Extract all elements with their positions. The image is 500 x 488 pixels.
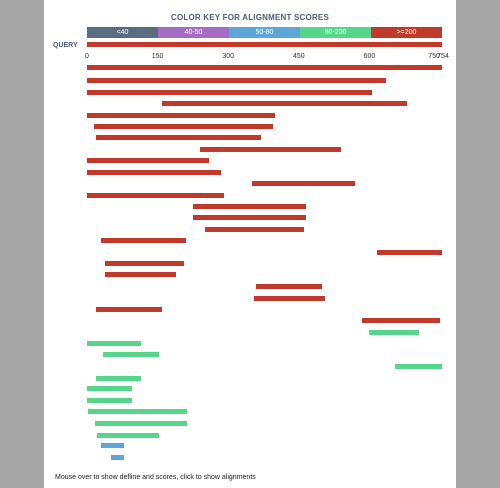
- hit-bar[interactable]: [87, 398, 132, 403]
- hit-bar[interactable]: [101, 238, 186, 243]
- hit-bar[interactable]: [96, 376, 142, 381]
- axis-tick-450: 450: [293, 53, 305, 60]
- hit-bar[interactable]: [87, 386, 132, 391]
- hit-bar[interactable]: [87, 65, 442, 70]
- hit-bar[interactable]: [204, 227, 304, 232]
- hit-bar[interactable]: [254, 296, 325, 301]
- axis-tick-0: 0: [85, 53, 89, 60]
- axis-tick-754: 754: [437, 53, 449, 60]
- hit-bar[interactable]: [87, 158, 210, 163]
- hit-bar[interactable]: [87, 113, 276, 118]
- hit-bar[interactable]: [104, 261, 184, 266]
- hit-bar[interactable]: [97, 433, 160, 438]
- color-key-segment-ge200: >=200: [371, 27, 442, 38]
- hit-bar[interactable]: [87, 90, 372, 95]
- instructions-text: Mouse over to show defline and scores, c…: [55, 474, 256, 481]
- hit-bar[interactable]: [87, 78, 386, 83]
- hit-bar[interactable]: [110, 455, 124, 460]
- hit-bar[interactable]: [104, 272, 177, 277]
- color-key-segment-lt40: <40: [87, 27, 158, 38]
- query-label: QUERY: [53, 42, 78, 49]
- hit-bar[interactable]: [395, 364, 442, 369]
- color-key-bar: <40 40-50 50-80 80-200 >=200: [87, 27, 442, 38]
- query-bar: [87, 42, 442, 47]
- hit-bar[interactable]: [87, 170, 222, 175]
- hit-bar[interactable]: [251, 181, 356, 186]
- hit-bar[interactable]: [101, 443, 124, 448]
- hit-bar[interactable]: [256, 284, 323, 289]
- hit-bar[interactable]: [87, 193, 224, 198]
- graphic-summary-panel: [44, 0, 456, 488]
- hit-bar[interactable]: [162, 101, 408, 106]
- axis-tick-600: 600: [363, 53, 376, 60]
- hit-bar[interactable]: [94, 124, 273, 129]
- hit-bar[interactable]: [96, 307, 163, 312]
- hit-bar[interactable]: [96, 135, 262, 140]
- hit-bar[interactable]: [192, 204, 306, 209]
- hit-bar[interactable]: [369, 330, 419, 335]
- hit-bar[interactable]: [362, 318, 441, 323]
- hit-bar[interactable]: [192, 215, 306, 220]
- color-key-segment-50-80: 50-80: [229, 27, 300, 38]
- axis-tick-300: 300: [222, 53, 235, 60]
- hit-bar[interactable]: [376, 250, 442, 255]
- axis-tick-150: 150: [151, 53, 164, 60]
- color-key-title: COLOR KEY FOR ALIGNMENT SCORES: [170, 13, 329, 22]
- hit-bar[interactable]: [103, 352, 160, 357]
- hit-bar[interactable]: [87, 341, 142, 346]
- color-key-segment-80-200: 80-200: [300, 27, 371, 38]
- hit-bar[interactable]: [87, 409, 188, 414]
- hit-bar[interactable]: [199, 147, 342, 152]
- hit-bar[interactable]: [95, 421, 188, 426]
- color-key-segment-40-50: 40-50: [158, 27, 229, 38]
